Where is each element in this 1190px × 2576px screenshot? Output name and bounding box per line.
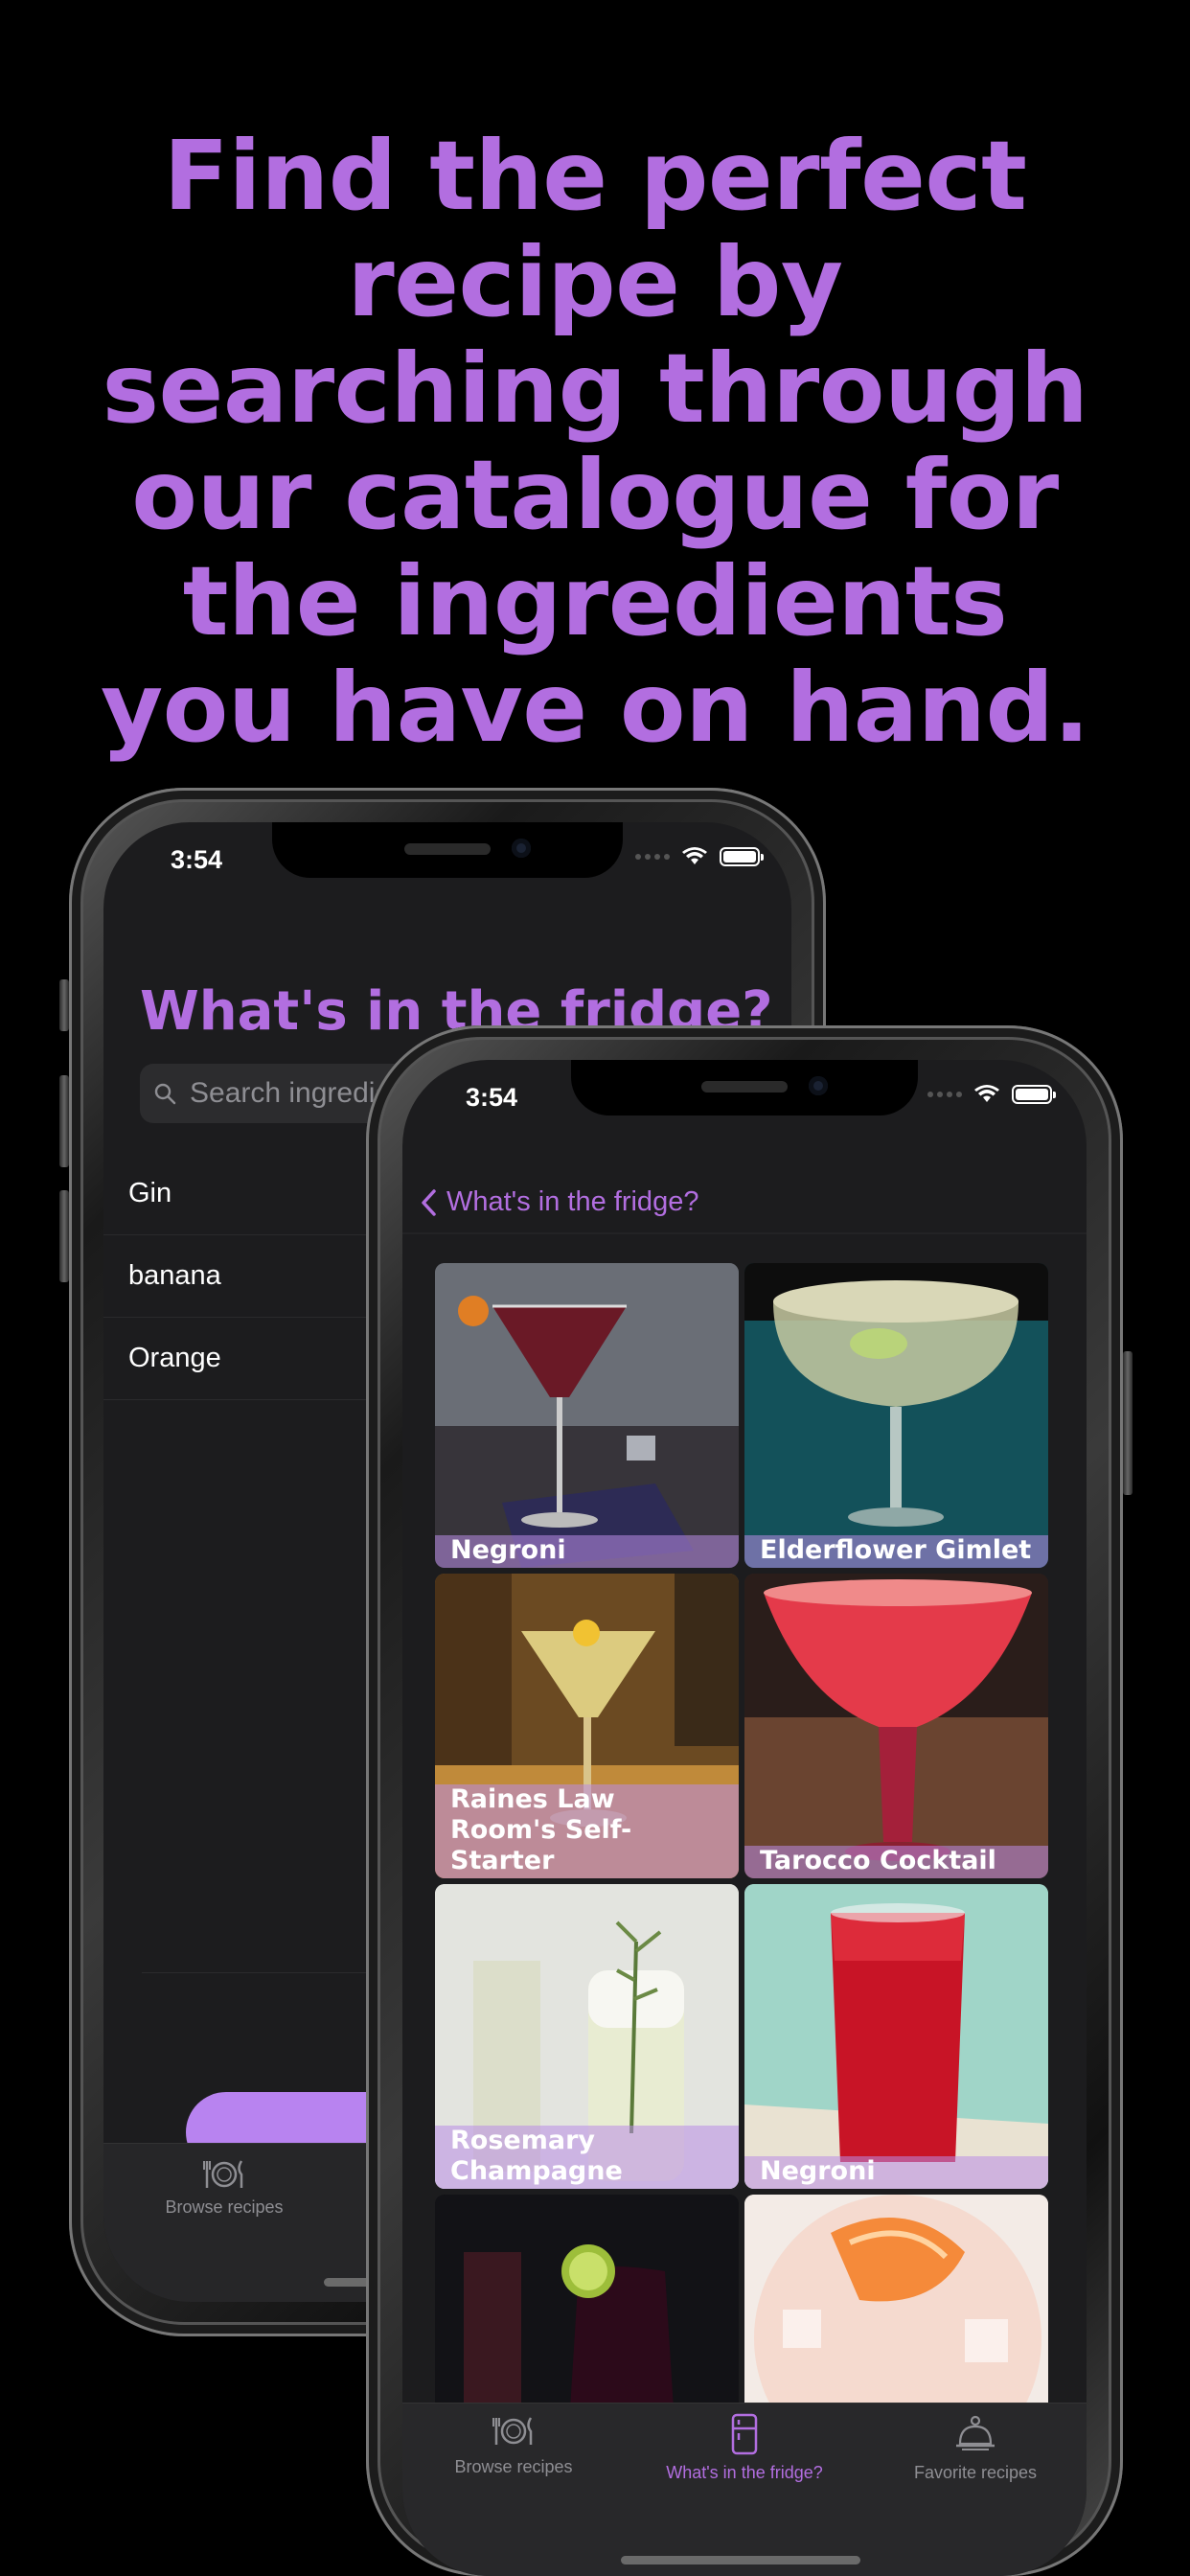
fridge-icon — [731, 2413, 758, 2455]
battery-icon — [1012, 1085, 1056, 1104]
front-phone-frame: 3:54 What's in the fridge? Negroni Elder… — [366, 1025, 1133, 2576]
recipe-card[interactable] — [435, 2195, 739, 2425]
tab-whats-in-the-fridge[interactable]: What's in the fridge? — [633, 2413, 856, 2483]
recipe-card[interactable] — [744, 2195, 1048, 2425]
recipe-card[interactable]: Elderflower Gimlet — [744, 1263, 1048, 1568]
recipe-card[interactable]: Tarocco Cocktail — [744, 1574, 1048, 1878]
cocktail-photo — [744, 1574, 1048, 1878]
status-icons — [927, 1085, 1056, 1104]
power-button — [1123, 1351, 1133, 1495]
cocktail-photo — [744, 1884, 1048, 2189]
volume-down-button — [59, 1190, 69, 1282]
notch — [571, 1060, 918, 1116]
tab-favorite-recipes[interactable]: Favorite recipes — [864, 2413, 1087, 2483]
tab-browse-recipes[interactable]: Browse recipes — [128, 2157, 320, 2218]
mute-switch — [59, 979, 69, 1031]
recipe-grid: Negroni Elderflower Gimlet Raines Law Ro… — [435, 1263, 1048, 2425]
recipe-card[interactable]: Raines Law Room's Self-Starter — [435, 1574, 739, 1878]
notch — [272, 822, 623, 878]
recipe-card[interactable]: Rosemary Champagne — [435, 1884, 739, 2189]
recipe-name: Rosemary Champagne — [435, 2126, 739, 2189]
recipe-card[interactable]: Negroni — [435, 1263, 739, 1568]
chevron-left-icon — [422, 1188, 436, 1216]
recipe-card[interactable]: Negroni — [744, 1884, 1048, 2189]
home-indicator — [621, 2556, 860, 2564]
cocktail-photo — [435, 2195, 739, 2425]
status-time: 3:54 — [466, 1083, 518, 1112]
tab-bar: Browse recipes What's in the fridge? Fav… — [402, 2403, 1087, 2576]
tab-label: Browse recipes — [165, 2197, 284, 2217]
cocktail-photo — [435, 1263, 739, 1568]
tab-label: Favorite recipes — [913, 2463, 1038, 2482]
plate-fork-knife-icon — [203, 2160, 243, 2188]
headline: Find the perfect recipe by searching thr… — [100, 120, 1090, 764]
cocktail-photo — [744, 2195, 1048, 2425]
recipe-name: Negroni — [744, 2156, 1048, 2189]
recipe-name: Elderflower Gimlet — [744, 1535, 1048, 1568]
signal-icon — [635, 854, 670, 860]
back-label: What's in the fridge? — [446, 1186, 699, 1217]
wifi-icon — [682, 847, 707, 864]
recipe-name: Tarocco Cocktail — [744, 1846, 1048, 1878]
recipe-name: Raines Law Room's Self-Starter — [435, 1784, 739, 1878]
battery-icon — [720, 847, 764, 866]
signal-icon — [927, 1092, 962, 1097]
search-icon — [154, 1083, 176, 1105]
cloche-icon — [956, 2415, 995, 2450]
front-screen: 3:54 What's in the fridge? Negroni Elder… — [402, 1060, 1087, 2576]
status-icons — [635, 847, 764, 866]
tab-label: Browse recipes — [454, 2457, 573, 2476]
tab-browse-recipes[interactable]: Browse recipes — [402, 2413, 625, 2477]
status-time: 3:54 — [171, 845, 223, 874]
volume-up-button — [59, 1075, 69, 1167]
wifi-icon — [974, 1085, 999, 1102]
recipe-name: Negroni — [435, 1535, 739, 1568]
back-button[interactable]: What's in the fridge? — [420, 1186, 698, 1218]
tab-label: What's in the fridge? — [666, 2463, 823, 2482]
plate-fork-knife-icon — [492, 2417, 533, 2445]
cocktail-photo — [744, 1263, 1048, 1568]
